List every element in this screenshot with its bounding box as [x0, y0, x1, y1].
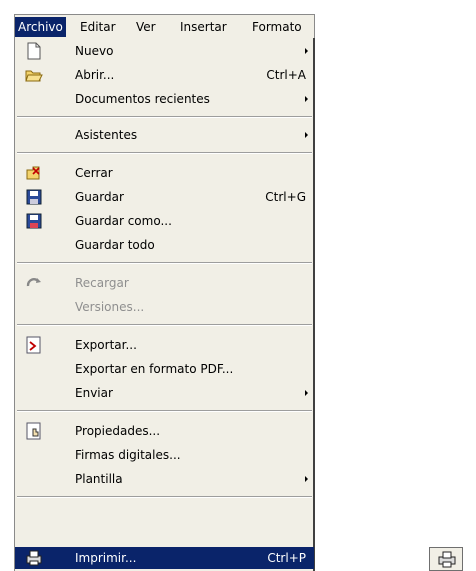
menu-archivo-label: Archivo: [18, 20, 63, 34]
menu-item-guardar-como-label: Guardar como...: [75, 214, 172, 228]
menu-item-imprimir-shortcut: Ctrl+P: [267, 551, 306, 565]
menu-item-guardar-todo-label: Guardar todo: [75, 238, 155, 252]
menu-insertar-label: Insertar: [180, 20, 227, 34]
print-toolbar-button[interactable]: [429, 547, 463, 571]
menu-separator: [17, 324, 312, 326]
menu-separator: [17, 116, 312, 118]
save-as-icon: [25, 212, 43, 230]
menu-editar-label: Editar: [80, 20, 116, 34]
menu-item-recargar-label: Recargar: [75, 276, 129, 290]
menu-item-plantilla-label: Plantilla: [75, 472, 123, 486]
menu-item-propiedades-label: Propiedades...: [75, 424, 161, 438]
menu-item-documentos-recientes[interactable]: Documentos recientes: [15, 88, 314, 110]
menu-archivo[interactable]: Archivo: [15, 17, 66, 37]
reload-icon: [25, 274, 43, 292]
menubar: Archivo Editar Ver Insertar Formato: [14, 14, 315, 38]
save-icon: [25, 188, 43, 206]
menu-item-versiones[interactable]: Versiones...: [15, 296, 314, 318]
menu-item-guardar-como[interactable]: Guardar como...: [15, 210, 314, 232]
menu-item-enviar-label: Enviar: [75, 386, 113, 400]
menu-item-asistentes-label: Asistentes: [75, 128, 138, 142]
menu-item-cerrar[interactable]: Cerrar: [15, 162, 314, 184]
menu-formato-label: Formato: [252, 20, 302, 34]
menu-item-guardar-shortcut: Ctrl+G: [265, 190, 306, 204]
archivo-dropdown-menu: Nuevo Abrir... Ctrl+A Documentos recient…: [14, 38, 315, 571]
menu-item-recargar[interactable]: Recargar: [15, 272, 314, 294]
submenu-arrow-icon: [305, 132, 308, 138]
menu-separator: [17, 152, 312, 154]
menu-item-guardar-todo[interactable]: Guardar todo: [15, 234, 314, 256]
menu-item-firmas-digitales-label: Firmas digitales...: [75, 448, 181, 462]
menu-separator: [17, 262, 312, 264]
submenu-arrow-icon: [305, 96, 308, 102]
menu-item-abrir-shortcut: Ctrl+A: [266, 68, 306, 82]
menu-item-abrir-label: Abrir...: [75, 68, 115, 82]
menu-item-nuevo-label: Nuevo: [75, 44, 114, 58]
menu-item-exportar[interactable]: Exportar...: [15, 334, 314, 356]
menu-item-imprimir-label: Imprimir...: [75, 551, 137, 565]
menu-ver-label: Ver: [136, 20, 156, 34]
menu-item-firmas-digitales[interactable]: Firmas digitales...: [15, 444, 314, 466]
menu-item-exportar-pdf[interactable]: Exportar en formato PDF...: [15, 358, 314, 380]
print-icon: [25, 549, 43, 567]
menu-editar[interactable]: Editar: [77, 17, 119, 37]
printer-icon: [437, 550, 457, 571]
menu-separator: [17, 410, 312, 412]
menu-item-enviar[interactable]: Enviar: [15, 382, 314, 404]
submenu-arrow-icon: [305, 48, 308, 54]
menu-insertar[interactable]: Insertar: [177, 17, 230, 37]
menu-ver[interactable]: Ver: [133, 17, 159, 37]
submenu-arrow-icon: [305, 390, 308, 396]
menu-item-propiedades[interactable]: Propiedades...: [15, 420, 314, 442]
menu-item-exportar-pdf-label: Exportar en formato PDF...: [75, 362, 234, 376]
close-document-icon: [25, 164, 43, 182]
menu-item-abrir[interactable]: Abrir... Ctrl+A: [15, 64, 314, 86]
menu-item-cerrar-label: Cerrar: [75, 166, 113, 180]
menu-item-guardar-label: Guardar: [75, 190, 124, 204]
menu-item-versiones-label: Versiones...: [75, 300, 145, 314]
submenu-arrow-icon: [305, 476, 308, 482]
menu-item-plantilla[interactable]: Plantilla: [15, 468, 314, 490]
menu-item-guardar[interactable]: Guardar Ctrl+G: [15, 186, 314, 208]
menu-item-imprimir[interactable]: Imprimir... Ctrl+P: [15, 547, 314, 569]
properties-icon: [25, 422, 43, 440]
open-folder-icon: [25, 66, 43, 84]
menu-item-asistentes[interactable]: Asistentes: [15, 124, 314, 146]
export-icon: [25, 336, 43, 354]
menu-separator: [17, 496, 312, 498]
menu-item-documentos-recientes-label: Documentos recientes: [75, 92, 210, 106]
menu-item-exportar-label: Exportar...: [75, 338, 137, 352]
new-document-icon: [25, 42, 43, 60]
menu-formato[interactable]: Formato: [249, 17, 305, 37]
menu-item-nuevo[interactable]: Nuevo: [15, 40, 314, 62]
